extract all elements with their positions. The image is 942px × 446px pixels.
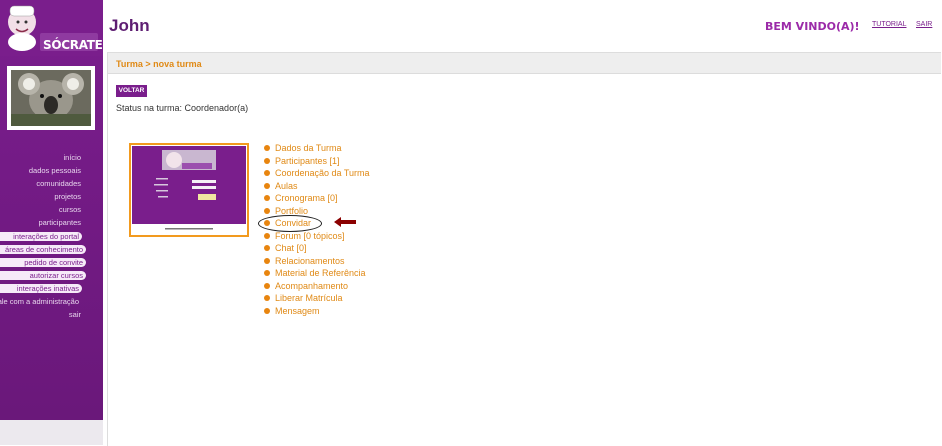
orange-bullet-icon	[264, 145, 270, 152]
sidebar-pill-label: pedido de convite	[24, 258, 83, 267]
sidebar-link-inicio[interactable]: início	[63, 153, 81, 162]
sidebar-pill-interacoes-inativas[interactable]: interações inativas	[0, 284, 82, 293]
highlight-circle	[258, 215, 322, 232]
sidebar: SÓCRATES início dados pessoais comunidad…	[0, 0, 111, 445]
sair-link[interactable]: SAIR	[916, 21, 932, 28]
menu-label: Relacionamentos	[275, 255, 345, 266]
menu-item-aulas[interactable]: Aulas	[264, 180, 370, 193]
sidebar-pill-pedido-convite[interactable]: pedido de convite	[0, 258, 86, 267]
menu-label: Aulas	[275, 180, 298, 191]
sidebar-link-sair[interactable]: sair	[69, 310, 81, 319]
logo[interactable]: SÓCRATES	[0, 0, 111, 56]
main-content: Turma > nova turma VOLTAR Status na turm…	[107, 52, 941, 446]
sidebar-link-projetos[interactable]: projetos	[54, 192, 81, 201]
menu-item-participantes[interactable]: Participantes [1]	[264, 155, 370, 168]
menu-item-relacionamentos[interactable]: Relacionamentos	[264, 255, 370, 268]
status-text: Status na turma: Coordenador(a)	[116, 103, 249, 113]
orange-bullet-icon	[264, 157, 270, 164]
breadcrumb[interactable]: Turma > nova turma	[116, 59, 202, 69]
thumbnail-preview	[132, 146, 246, 224]
menu-label: Liberar Matrícula	[275, 293, 343, 304]
sidebar-pill-label: interações do portal	[13, 232, 79, 241]
menu-label: Acompanhamento	[275, 280, 349, 291]
welcome-text: BEM VINDO(A)!	[765, 20, 860, 33]
orange-bullet-icon	[264, 182, 270, 189]
menu-item-dados-turma[interactable]: Dados da Turma	[264, 142, 370, 155]
back-button[interactable]: VOLTAR	[116, 85, 147, 97]
sidebar-link-fale-administracao[interactable]: fale com a administração	[0, 297, 79, 306]
menu-label: Mensagem	[275, 305, 320, 316]
tutorial-link[interactable]: TUTORIAL	[872, 21, 907, 28]
orange-bullet-icon	[264, 282, 270, 289]
menu-item-cronograma[interactable]: Cronograma [0]	[264, 192, 370, 205]
thumbnail-footer	[165, 228, 213, 230]
orange-bullet-icon	[264, 245, 270, 252]
menu-label: Cronograma [0]	[275, 193, 338, 204]
sidebar-link-participantes[interactable]: participantes	[38, 218, 81, 227]
menu-item-acompanhamento[interactable]: Acompanhamento	[264, 280, 370, 293]
sidebar-link-comunidades[interactable]: comunidades	[36, 179, 81, 188]
page-title: John	[109, 16, 150, 35]
orange-bullet-icon	[264, 270, 270, 277]
menu-item-material-referencia[interactable]: Material de Referência	[264, 267, 370, 280]
sidebar-panel	[0, 0, 103, 420]
orange-bullet-icon	[264, 295, 270, 302]
orange-bullet-icon	[264, 257, 270, 264]
orange-bullet-icon	[264, 232, 270, 239]
sidebar-pill-label: áreas de conhecimento	[5, 245, 83, 254]
menu-item-mensagem[interactable]: Mensagem	[264, 305, 370, 318]
menu-label: Participantes [1]	[275, 155, 340, 166]
header: John BEM VINDO(A)! TUTORIAL SAIR	[103, 0, 942, 52]
menu-label: Forum [0 tópicos]	[275, 230, 345, 241]
menu-item-chat[interactable]: Chat [0]	[264, 242, 370, 255]
menu-label: Material de Referência	[275, 268, 366, 279]
sidebar-pill-interacoes-portal[interactable]: interações do portal	[0, 232, 82, 241]
menu-item-liberar-matricula[interactable]: Liberar Matrícula	[264, 292, 370, 305]
red-arrow-icon	[334, 217, 356, 227]
avatar	[7, 66, 95, 130]
menu-item-coordenacao-turma[interactable]: Coordenação da Turma	[264, 167, 370, 180]
orange-bullet-icon	[264, 170, 270, 177]
menu-label: Dados da Turma	[275, 143, 342, 154]
thumbnail-screenshot	[154, 150, 216, 200]
sidebar-pill-autorizar-cursos[interactable]: autorizar cursos	[0, 271, 86, 280]
sidebar-pill-areas-conhecimento[interactable]: áreas de conhecimento	[0, 245, 86, 254]
class-thumbnail[interactable]	[129, 143, 249, 237]
koala-photo	[11, 70, 91, 126]
menu-label: Coordenação da Turma	[275, 168, 370, 179]
orange-bullet-icon	[264, 195, 270, 202]
sidebar-link-cursos[interactable]: cursos	[59, 205, 81, 214]
sidebar-pill-label: autorizar cursos	[29, 271, 83, 280]
menu-label: Chat [0]	[275, 243, 307, 254]
orange-bullet-icon	[264, 307, 270, 314]
sidebar-pill-label: interações inativas	[16, 284, 79, 293]
orange-bullet-icon	[264, 207, 270, 214]
breadcrumb-bar: Turma > nova turma	[108, 53, 941, 74]
logo-text: SÓCRATES	[43, 38, 111, 52]
sidebar-link-dados-pessoais[interactable]: dados pessoais	[29, 166, 81, 175]
